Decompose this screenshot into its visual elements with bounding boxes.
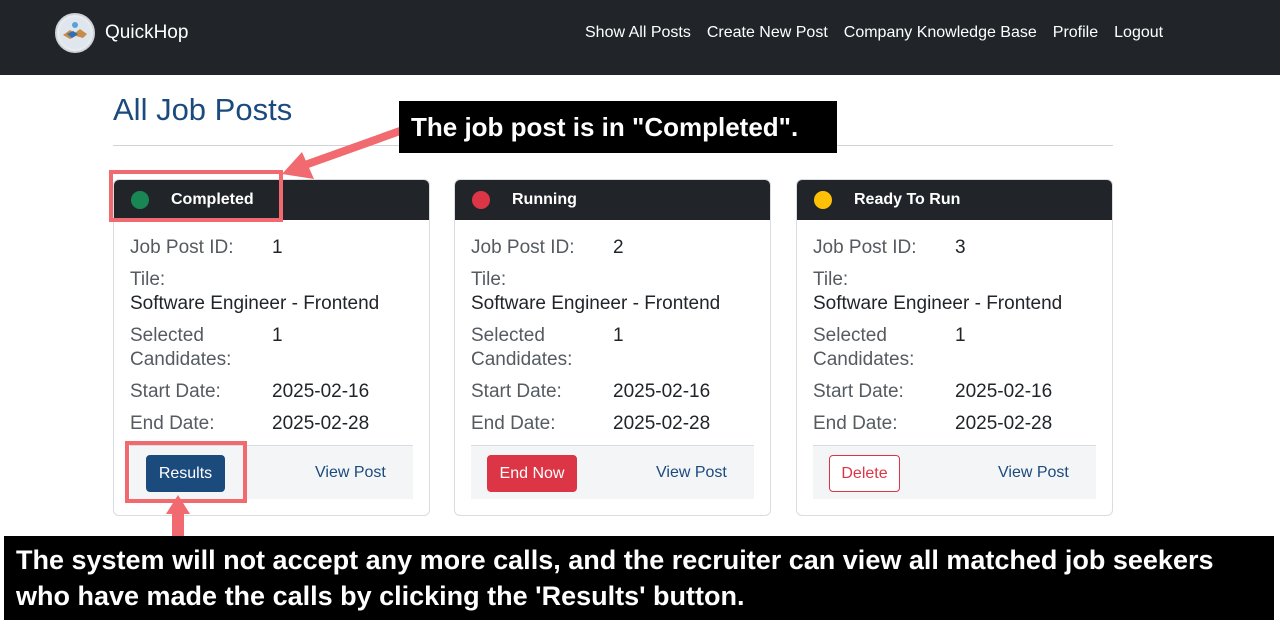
annotation-arrows — [166, 127, 404, 538]
annotation-bottom-line-1: The system will not accept any more call… — [16, 545, 1214, 575]
top-arrow-icon — [282, 127, 404, 179]
annotation-callout-bottom: The system will not accept any more call… — [4, 536, 1274, 620]
bottom-arrow-icon — [166, 495, 190, 538]
annotation-callout-top: The job post is in "Completed". — [399, 101, 837, 153]
annotation-bottom-line-2: who have made the calls by clicking the … — [16, 581, 745, 611]
